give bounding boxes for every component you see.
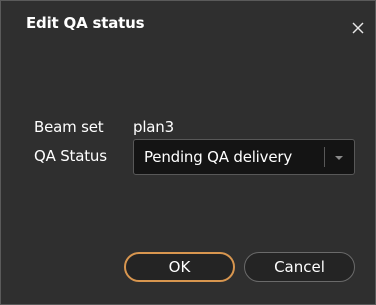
dialog-title: Edit QA status	[26, 14, 145, 32]
qa-status-select[interactable]: Pending QA delivery	[133, 139, 355, 175]
qa-status-label: QA Status	[34, 147, 107, 165]
qa-status-selected-value: Pending QA delivery	[144, 148, 293, 166]
beam-set-value: plan3	[133, 118, 174, 136]
cancel-button[interactable]: Cancel	[244, 252, 355, 282]
ok-button[interactable]: OK	[124, 252, 235, 282]
chevron-down-icon[interactable]	[334, 154, 344, 162]
close-icon	[352, 22, 364, 34]
select-divider	[324, 147, 325, 167]
edit-qa-status-dialog: Edit QA status Beam set plan3 QA Status …	[0, 0, 376, 305]
close-button[interactable]	[350, 20, 366, 36]
beam-set-label: Beam set	[34, 118, 104, 136]
